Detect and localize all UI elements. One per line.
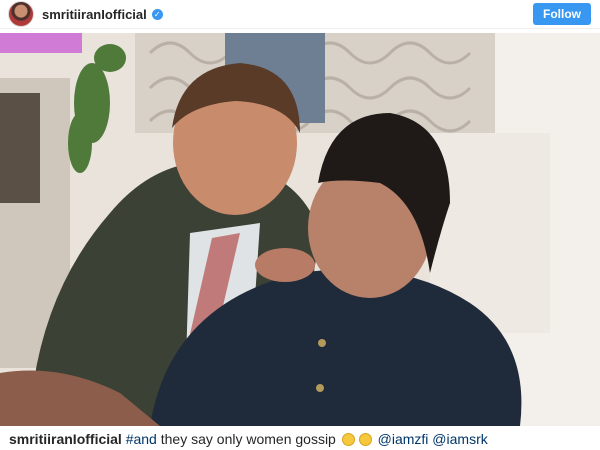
post-caption: smritiiranIofficial #and they say only w… [9, 431, 599, 449]
mention-link-1[interactable]: @iamzfi [378, 431, 429, 447]
dark-cabinet [0, 93, 40, 203]
header-username[interactable]: smritiiranIofficial [42, 7, 147, 22]
mention-link-2[interactable]: @iamsrk [432, 431, 487, 447]
painting [0, 33, 82, 53]
hand-on-shoulder [255, 248, 315, 282]
follow-button[interactable]: Follow [533, 3, 591, 25]
post-header: smritiiranIofficial ✓ Follow [0, 0, 600, 29]
wink-face-icon [358, 433, 372, 446]
button-1 [318, 339, 326, 347]
post-photo[interactable] [0, 33, 600, 426]
hushed-face-icon [341, 433, 355, 446]
caption-text: they say only women gossip [156, 431, 340, 447]
button-2 [316, 384, 324, 392]
hashtag-link[interactable]: #and [126, 431, 157, 447]
profile-avatar[interactable] [8, 1, 34, 27]
caption-username[interactable]: smritiiranIofficial [9, 431, 122, 447]
photo-illustration [0, 33, 600, 426]
verified-badge-icon: ✓ [151, 8, 163, 20]
